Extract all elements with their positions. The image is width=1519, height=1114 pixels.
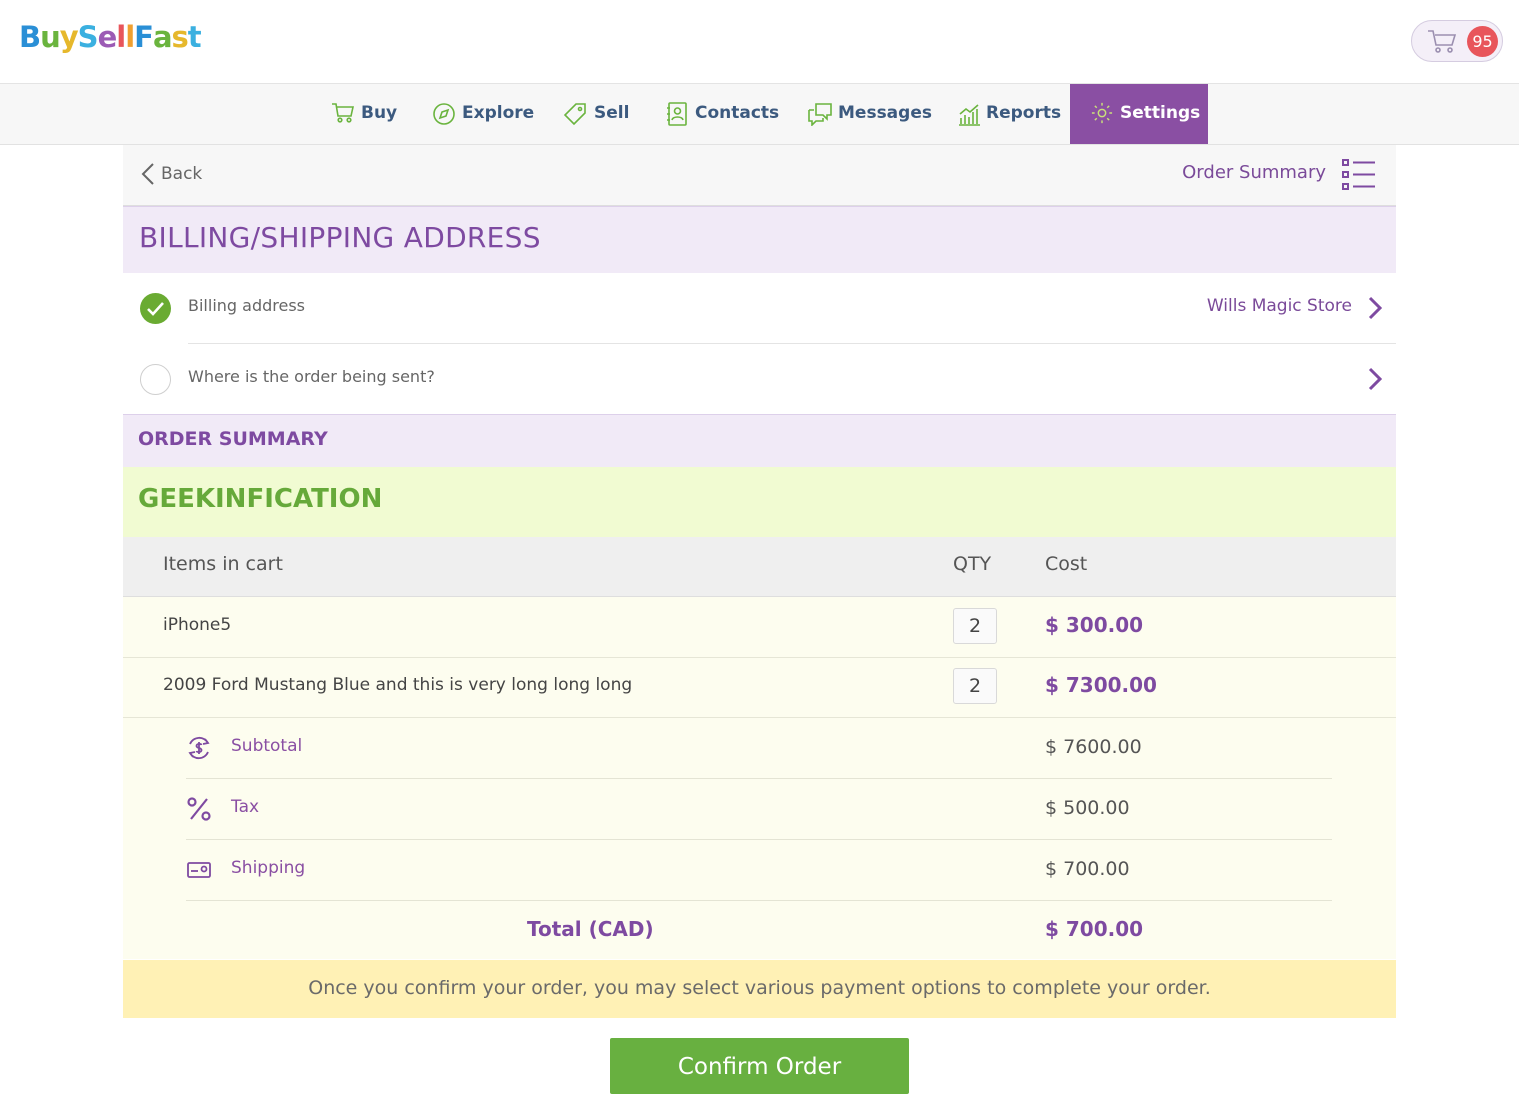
billing-address-row[interactable]: Billing address Wills Magic Store	[123, 273, 1396, 343]
chevron-right-icon	[1368, 367, 1383, 395]
cart-table-header: Items in cart QTY Cost	[123, 537, 1396, 597]
subtotal-label: Subtotal	[231, 736, 303, 756]
nav-label: Explore	[462, 103, 535, 123]
billing-address-label: Billing address	[188, 296, 305, 315]
nav-label: Contacts	[695, 103, 780, 123]
column-header-qty: QTY	[953, 553, 992, 575]
table-row: 2009 Ford Mustang Blue and this is very …	[123, 657, 1396, 718]
shipping-address-label: Where is the order being sent?	[188, 367, 435, 386]
logo-letter: u	[40, 20, 61, 54]
tag-icon	[563, 103, 586, 126]
main-nav: Buy Explore Sell Contacts Messages Repor…	[0, 84, 1519, 145]
logo-letter: S	[77, 20, 99, 54]
logo-letter: a	[152, 20, 173, 54]
qty-field[interactable]: 2	[953, 608, 997, 644]
nav-item-buy[interactable]: Buy	[331, 84, 401, 144]
item-name: iPhone5	[163, 615, 232, 635]
unchecked-circle-icon	[140, 364, 171, 395]
back-bar: Back Order Summary	[123, 145, 1396, 206]
nav-label: Buy	[361, 103, 398, 123]
payment-notice: Once you confirm your order, you may sel…	[123, 960, 1396, 1018]
nav-item-reports[interactable]: Reports	[957, 84, 1061, 144]
chat-icon	[808, 103, 832, 126]
total-amount: $ 700.00	[1045, 917, 1144, 941]
back-button[interactable]: Back	[141, 162, 202, 186]
table-row: iPhone5 2 $ 300.00	[123, 597, 1396, 658]
shipping-label: Shipping	[231, 858, 306, 878]
logo-letter: B	[19, 20, 41, 54]
cart-count-badge: 95	[1467, 26, 1498, 57]
chevron-left-icon	[141, 163, 154, 185]
nav-label: Settings	[1120, 103, 1201, 123]
nav-item-settings[interactable]: Settings	[1070, 84, 1208, 144]
tax-row: Tax $ 500.00	[186, 779, 1332, 840]
logo-letter: t	[187, 20, 202, 54]
total-row: Total (CAD) $ 700.00	[123, 903, 1396, 959]
check-icon	[140, 293, 171, 324]
total-label: Total (CAD)	[527, 917, 654, 941]
item-cost: $ 7300.00	[1045, 673, 1157, 697]
qty-field[interactable]: 2	[953, 668, 997, 704]
store-name: GEEKINFICATION	[138, 484, 383, 514]
nav-label: Sell	[594, 103, 630, 123]
address-list: Billing address Wills Magic Store Where …	[123, 273, 1396, 413]
billing-shipping-header: BILLING/SHIPPING ADDRESS	[123, 206, 1396, 273]
order-summary-link[interactable]: Order Summary	[1182, 162, 1326, 183]
section-title: BILLING/SHIPPING ADDRESS	[139, 221, 541, 254]
nav-item-messages[interactable]: Messages	[807, 84, 932, 144]
item-name: 2009 Ford Mustang Blue and this is very …	[163, 675, 633, 695]
notice-text: Once you confirm your order, you may sel…	[308, 977, 1211, 999]
cart-button[interactable]: 95	[1411, 20, 1503, 62]
percent-icon	[187, 797, 211, 821]
logo-letter: F	[134, 20, 154, 54]
cart-table-body: iPhone5 2 $ 300.00 2009 Ford Mustang Blu…	[123, 597, 1396, 959]
confirm-order-button[interactable]: Confirm Order	[610, 1038, 909, 1094]
back-label: Back	[161, 164, 203, 184]
section-title: ORDER SUMMARY	[138, 428, 328, 450]
logo-letter: s	[171, 20, 189, 54]
shipping-amount: $ 700.00	[1045, 858, 1130, 880]
cart-icon	[1426, 28, 1458, 58]
column-header-cost: Cost	[1045, 553, 1088, 575]
column-header-items: Items in cart	[163, 553, 283, 575]
subtotal-amount: $ 7600.00	[1045, 736, 1142, 758]
top-bar: BuySellFast 95	[0, 0, 1519, 84]
logo-letter: l	[116, 20, 126, 54]
nav-label: Messages	[838, 103, 932, 123]
shipping-address-row[interactable]: Where is the order being sent?	[123, 344, 1396, 413]
list-icon[interactable]	[1342, 159, 1376, 195]
cart-icon	[332, 103, 354, 123]
tax-amount: $ 500.00	[1045, 797, 1130, 819]
compass-icon	[433, 103, 455, 125]
dollar-cycle-icon	[188, 736, 210, 760]
subtotal-row: Subtotal $ 7600.00	[186, 718, 1332, 779]
nav-item-explore[interactable]: Explore	[432, 84, 535, 144]
logo-letter: l	[125, 20, 135, 54]
buysellfast-logo[interactable]: BuySellFast	[19, 20, 202, 54]
chevron-right-icon	[1368, 296, 1383, 324]
gear-icon	[1091, 102, 1113, 124]
item-cost: $ 300.00	[1045, 613, 1144, 637]
order-summary-header: ORDER SUMMARY	[123, 414, 1396, 467]
address-book-icon	[667, 102, 687, 126]
nav-item-sell[interactable]: Sell	[563, 84, 633, 144]
logo-letter: y	[59, 20, 79, 54]
shipping-row: Shipping $ 700.00	[186, 840, 1332, 901]
shipping-card-icon	[187, 862, 211, 878]
tax-label: Tax	[231, 797, 260, 817]
chart-icon	[959, 104, 980, 126]
nav-item-contacts[interactable]: Contacts	[666, 84, 780, 144]
nav-label: Reports	[986, 103, 1062, 123]
store-header: GEEKINFICATION	[123, 467, 1396, 537]
logo-letter: e	[97, 20, 118, 54]
billing-address-value: Wills Magic Store	[1206, 296, 1352, 316]
